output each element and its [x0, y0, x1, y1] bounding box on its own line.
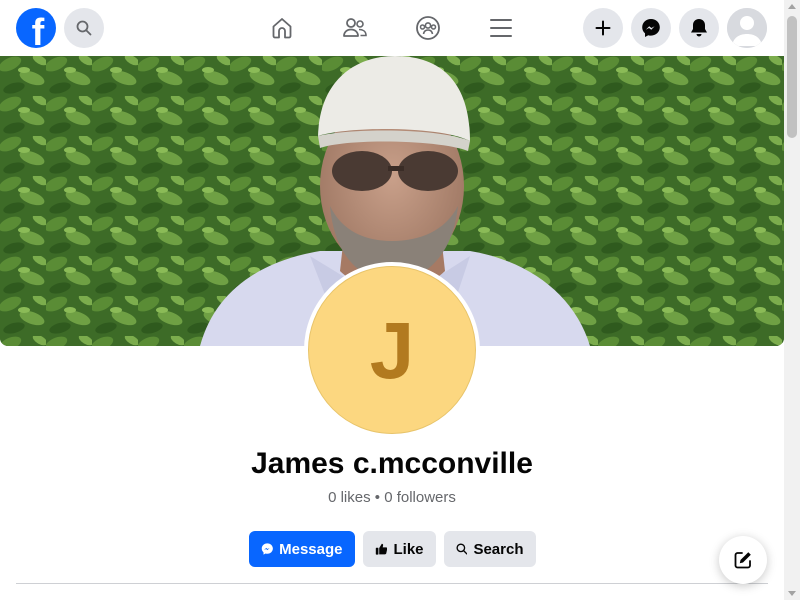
bell-icon	[691, 19, 707, 37]
create-button[interactable]	[583, 8, 623, 48]
profile-search-button[interactable]: Search	[443, 531, 536, 567]
scroll-down-arrow-icon[interactable]	[788, 591, 796, 596]
profile-name: James c.mcconville	[251, 447, 533, 480]
friends-icon	[343, 18, 367, 37]
home-icon	[272, 18, 292, 39]
search-button[interactable]	[64, 8, 104, 48]
like-button[interactable]: Like	[362, 531, 436, 567]
avatar-initial: J	[369, 306, 415, 395]
section-divider	[16, 583, 768, 584]
messenger-icon	[642, 19, 660, 37]
search-button-label: Search	[473, 540, 524, 558]
new-message-button[interactable]	[719, 536, 767, 584]
scroll-thumb[interactable]	[787, 16, 797, 138]
nav-friends-button[interactable]	[339, 12, 371, 44]
profile-actions: Message Like Search	[0, 531, 784, 567]
message-button[interactable]: Message	[248, 531, 355, 567]
nav-groups-button[interactable]	[412, 12, 444, 44]
search-icon	[455, 543, 468, 555]
profile-avatar[interactable]: J	[304, 262, 480, 438]
menu-icon	[490, 19, 512, 37]
nav-menu-button[interactable]	[485, 12, 517, 44]
facebook-logo[interactable]: f	[16, 8, 56, 48]
search-icon	[76, 20, 92, 36]
like-button-label: Like	[393, 540, 424, 558]
facebook-logo-letter: f	[31, 12, 45, 48]
avatar-icon	[727, 8, 767, 48]
account-profile-button[interactable]	[727, 8, 767, 48]
groups-icon	[416, 16, 440, 40]
thumbs-up-icon	[375, 543, 387, 555]
profile-stats: 0 likes • 0 followers	[328, 489, 456, 506]
vertical-scrollbar[interactable]	[784, 0, 800, 600]
message-button-label: Message	[279, 540, 343, 558]
messenger-button[interactable]	[631, 8, 671, 48]
top-navigation-bar: f	[0, 0, 784, 56]
avatar-circle: J	[308, 266, 476, 434]
compose-icon	[734, 552, 751, 569]
nav-home-button[interactable]	[266, 12, 298, 44]
messenger-icon	[261, 543, 273, 555]
scroll-up-arrow-icon[interactable]	[788, 4, 796, 9]
notifications-button[interactable]	[679, 8, 719, 48]
plus-icon	[595, 20, 611, 36]
